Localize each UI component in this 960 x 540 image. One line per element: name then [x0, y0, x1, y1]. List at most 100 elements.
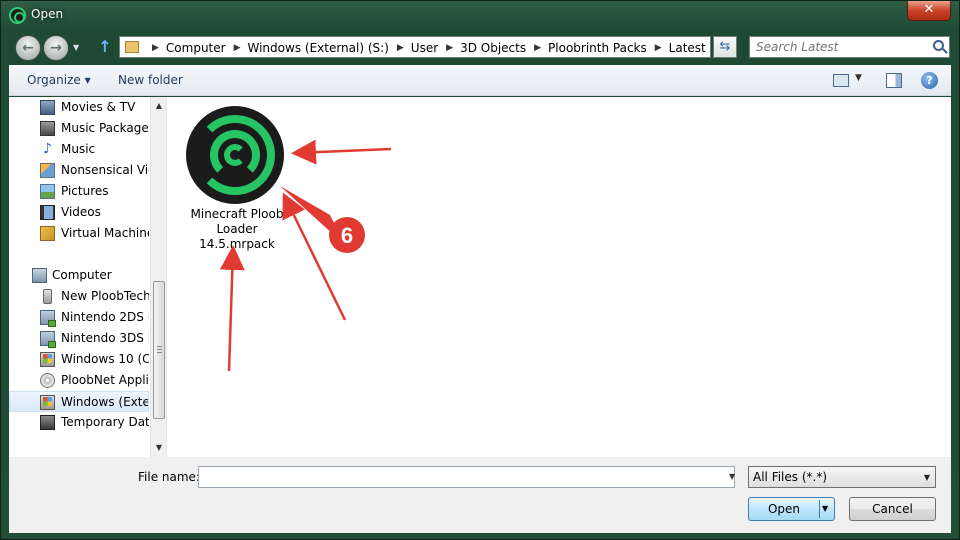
sidebar-scrollbar[interactable]: ▲ ▼: [150, 97, 166, 457]
network-badge-icon: [48, 341, 56, 348]
sidebar-item-nintendo-2ds[interactable]: Nintendo 2DS (M: [9, 307, 149, 328]
sidebar-item-label: Virtual Machines: [61, 226, 149, 240]
grip-icon: [157, 346, 162, 354]
breadcrumb-item[interactable]: Latest: [669, 40, 706, 56]
windows-logo-icon: [43, 354, 52, 363]
windows-drive-icon: [40, 395, 55, 410]
window-title: Open: [31, 7, 64, 21]
music-note-icon: ♪: [43, 141, 52, 157]
logo-ring: [224, 144, 246, 166]
chevron-right-icon[interactable]: ▶: [534, 40, 541, 56]
search-icon[interactable]: [933, 40, 944, 51]
open-button-label: Open: [767, 502, 801, 516]
forward-button[interactable]: →: [43, 35, 69, 61]
chevron-right-icon[interactable]: ▶: [234, 40, 241, 56]
scroll-up-icon[interactable]: ▲: [151, 97, 166, 114]
file-type-value: All Files (*.*): [753, 470, 828, 484]
sidebar-item-computer[interactable]: Computer: [9, 265, 149, 286]
sidebar-item-nintendo-3ds[interactable]: Nintendo 3DS LL: [9, 328, 149, 349]
preview-pane-icon[interactable]: [886, 73, 902, 88]
scrollbar-thumb[interactable]: [153, 281, 165, 419]
address-bar[interactable]: ▶ Computer ▶ Windows (External) (S:) ▶ U…: [119, 36, 711, 58]
split-divider: [819, 500, 820, 518]
breadcrumb: ▶ Computer ▶ Windows (External) (S:) ▶ U…: [144, 40, 706, 56]
search-box[interactable]: [749, 36, 950, 58]
network-drive-icon: [40, 310, 56, 327]
breadcrumb-item[interactable]: User: [411, 40, 438, 56]
chevron-right-icon[interactable]: ▶: [397, 40, 404, 56]
navigation-row: ← → ▼ ↑ ▶ Computer ▶ Windows (External) …: [1, 33, 959, 61]
sidebar-item-label: Nintendo 2DS (M: [61, 310, 149, 324]
sidebar-item-label: PloobNet Applic: [61, 373, 149, 387]
sidebar-item-temporary-data[interactable]: Temporary Data: [9, 412, 149, 433]
dialog-content: Movies & TV Music Packages ♪ Music Nonse…: [9, 97, 951, 457]
change-view-icon[interactable]: [833, 74, 849, 87]
windows-logo-icon: [43, 397, 52, 406]
file-name-label: File name:: [138, 470, 200, 484]
sidebar-item-label: Movies & TV: [61, 100, 136, 114]
sidebar-item-movies-tv[interactable]: Movies & TV: [9, 97, 149, 118]
sidebar-item-windows-external[interactable]: Windows (Extern: [9, 391, 149, 412]
sidebar-item-virtual-machines[interactable]: Virtual Machines: [9, 223, 149, 244]
app-icon: [9, 7, 26, 24]
refresh-icon[interactable]: ⇆: [713, 36, 737, 58]
sidebar-item-pictures[interactable]: Pictures: [9, 181, 149, 202]
file-list[interactable]: Minecraft Ploob Loader 14.5.mrpack: [168, 97, 951, 457]
chevron-right-icon[interactable]: ▶: [152, 40, 159, 56]
music-packages-icon: [40, 121, 55, 136]
sidebar-item-music-packages[interactable]: Music Packages: [9, 118, 149, 139]
chevron-right-icon[interactable]: ▶: [655, 40, 662, 56]
breadcrumb-item[interactable]: Computer: [166, 40, 226, 56]
sidebar-item-windows-10-c[interactable]: Windows 10 (C:): [9, 349, 149, 370]
title-bar[interactable]: Open ✕: [1, 1, 959, 31]
computer-icon: [32, 268, 47, 283]
sidebar-item-label: Music: [61, 142, 96, 156]
pictures-icon: [40, 184, 55, 199]
recent-locations-chevron-icon[interactable]: ▼: [73, 43, 79, 52]
file-type-select[interactable]: All Files (*.*) ▼: [748, 466, 936, 488]
sidebar-item-label: Nintendo 3DS LL: [61, 331, 149, 345]
sidebar-item-label: Pictures: [61, 184, 109, 198]
chevron-down-icon: ▼: [923, 473, 930, 482]
scroll-down-icon[interactable]: ▼: [151, 439, 166, 456]
sidebar-item-label: New PloobTech: [61, 289, 149, 303]
cancel-button-label: Cancel: [872, 502, 913, 516]
view-options-chevron-icon[interactable]: ▼: [855, 73, 862, 83]
sidebar-item-new-ploobtech[interactable]: New PloobTech: [9, 286, 149, 307]
breadcrumb-item[interactable]: Ploobrinth Packs: [548, 40, 647, 56]
chevron-right-icon[interactable]: ▶: [446, 40, 453, 56]
modrinth-pack-icon: [186, 106, 284, 204]
disc-drive-icon: [40, 373, 55, 388]
breadcrumb-item[interactable]: Windows (External) (S:): [248, 40, 389, 56]
phone-device-icon: [43, 289, 52, 304]
file-item[interactable]: Minecraft Ploob Loader 14.5.mrpack: [182, 103, 286, 253]
sidebar-item-nonsensical-videos[interactable]: Nonsensical Videos: [9, 160, 149, 181]
sidebar-item-label: Windows (Extern: [61, 395, 149, 409]
sidebar-item-videos[interactable]: Videos: [9, 202, 149, 223]
sidebar-item-ploobnet[interactable]: PloobNet Applic: [9, 370, 149, 391]
new-folder-button[interactable]: New folder: [118, 73, 183, 87]
help-icon[interactable]: ?: [921, 72, 938, 89]
sidebar-item-label: Music Packages: [61, 121, 149, 135]
videos-icon: [40, 205, 55, 220]
organize-menu[interactable]: Organize ▾: [27, 73, 91, 87]
command-toolbar: Organize ▾ New folder ▼ ?: [9, 65, 951, 96]
folder-icon: [125, 41, 139, 53]
open-options-chevron-icon[interactable]: ▼: [822, 500, 828, 518]
back-button[interactable]: ←: [15, 35, 41, 61]
windows-drive-icon: [40, 352, 55, 367]
sidebar-item-label: Temporary Data: [61, 415, 149, 429]
search-input[interactable]: [756, 39, 926, 55]
navigation-pane: Movies & TV Music Packages ♪ Music Nonse…: [9, 97, 167, 457]
network-drive-icon: [40, 331, 56, 348]
open-button[interactable]: Open ▼: [748, 497, 835, 521]
sidebar-item-label: Nonsensical Videos: [61, 163, 149, 177]
dialog-footer: File name: ▼ All Files (*.*) ▼ Open ▼ Ca…: [9, 457, 951, 533]
breadcrumb-item[interactable]: 3D Objects: [460, 40, 526, 56]
up-arrow-icon[interactable]: ↑: [96, 37, 114, 57]
cancel-button[interactable]: Cancel: [849, 497, 936, 521]
sidebar-item-label: Computer: [52, 268, 112, 282]
sidebar-item-music[interactable]: ♪ Music: [9, 139, 149, 160]
close-button[interactable]: ✕: [907, 1, 951, 21]
file-name-input[interactable]: [198, 466, 735, 488]
